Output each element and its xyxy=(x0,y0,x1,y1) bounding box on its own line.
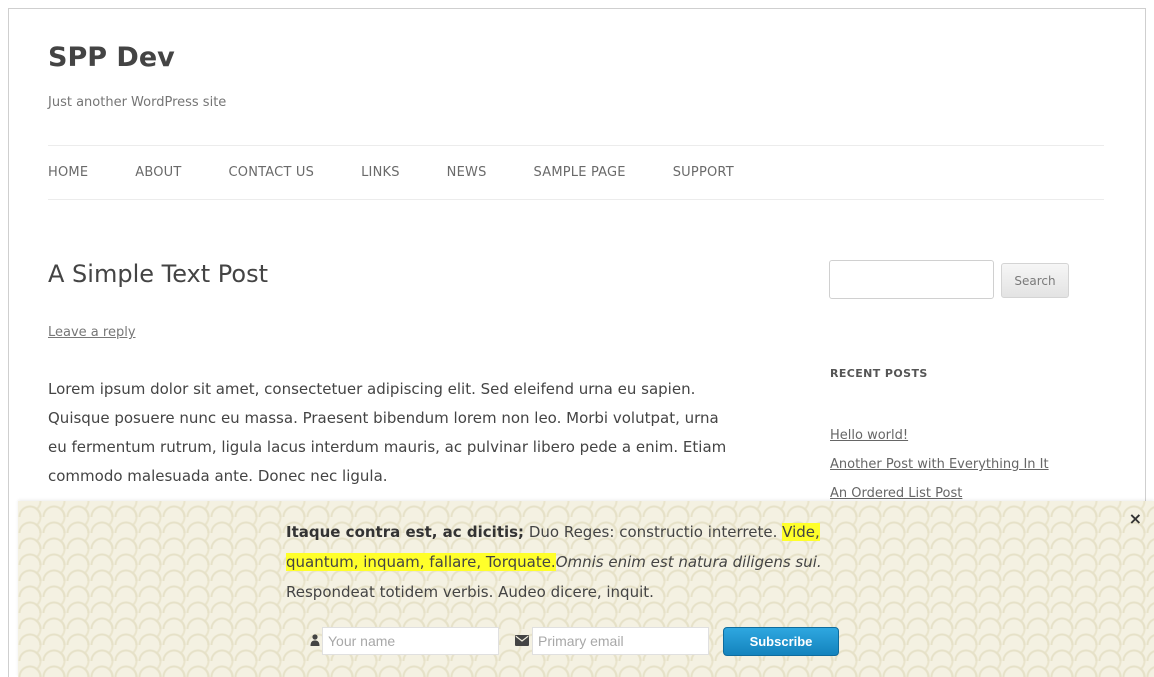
optin-text-part: Respondeat totidem verbis. Audeo dicere,… xyxy=(286,583,654,601)
optin-italic-text: Omnis enim est natura diligens sui. xyxy=(555,553,822,571)
optin-bar: × Itaque contra est, ac dicitis; Duo Reg… xyxy=(18,501,1154,677)
leave-reply-link[interactable]: Leave a reply xyxy=(48,325,136,340)
nav-item-home[interactable]: HOME xyxy=(48,165,88,180)
optin-bold-text: Itaque contra est, ac dicitis; xyxy=(286,523,525,541)
email-input[interactable] xyxy=(532,627,709,655)
post-body: Lorem ipsum dolor sit amet, consectetuer… xyxy=(48,380,727,485)
site-tagline: Just another WordPress site xyxy=(48,95,227,110)
nav-item-contact-us[interactable]: CONTACT US xyxy=(229,165,315,180)
nav-item-news[interactable]: NEWS xyxy=(447,165,487,180)
recent-post-link[interactable]: Another Post with Everything In It xyxy=(830,450,1049,479)
search-input[interactable] xyxy=(829,260,994,299)
nav-item-about[interactable]: ABOUT xyxy=(135,165,181,180)
nav-item-sample-page[interactable]: SAMPLE PAGE xyxy=(534,165,626,180)
optin-text-part: Duo Reges: constructio interrete. xyxy=(524,523,783,541)
main-navigation: HOME ABOUT CONTACT US LINKS NEWS SAMPLE … xyxy=(48,145,1104,200)
name-input[interactable] xyxy=(322,627,499,655)
site-title[interactable]: SPP Dev xyxy=(48,42,175,73)
recent-posts-list: Hello world! Another Post with Everythin… xyxy=(830,421,1049,508)
envelope-icon xyxy=(515,635,529,646)
close-icon[interactable]: × xyxy=(1129,509,1142,528)
search-button[interactable]: Search xyxy=(1001,263,1069,298)
recent-post-link[interactable]: Hello world! xyxy=(830,421,1049,450)
subscribe-button[interactable]: Subscribe xyxy=(723,627,839,656)
nav-item-support[interactable]: SUPPORT xyxy=(673,165,734,180)
recent-posts-heading: RECENT POSTS xyxy=(830,367,928,380)
optin-message: Itaque contra est, ac dicitis; Duo Reges… xyxy=(286,517,846,607)
post-title[interactable]: A Simple Text Post xyxy=(48,260,268,288)
nav-item-links[interactable]: LINKS xyxy=(361,165,400,180)
user-icon xyxy=(310,634,320,646)
